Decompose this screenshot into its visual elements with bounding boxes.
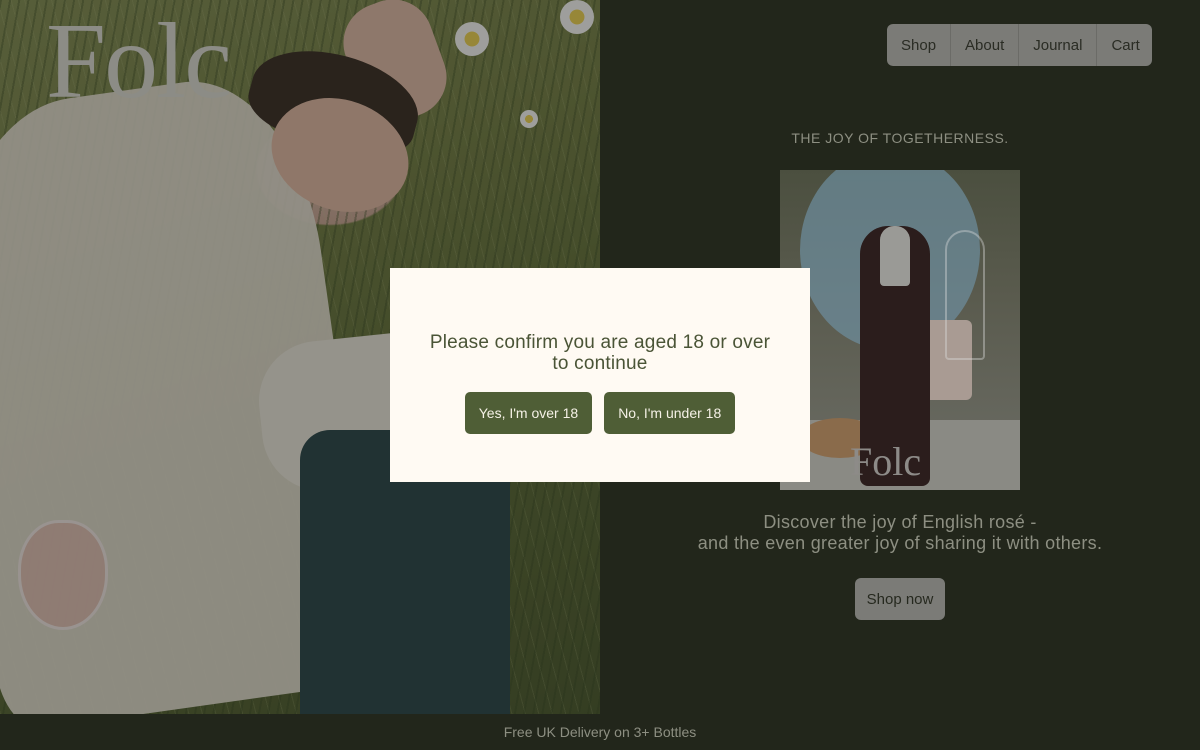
- age-gate-message: Please confirm you are aged 18 or over t…: [429, 332, 771, 374]
- confirm-under-18-button[interactable]: No, I'm under 18: [604, 392, 736, 434]
- age-gate-buttons: Yes, I'm over 18 No, I'm under 18: [464, 392, 736, 434]
- confirm-over-18-button[interactable]: Yes, I'm over 18: [464, 392, 593, 434]
- age-gate-modal: Please confirm you are aged 18 or over t…: [390, 268, 810, 482]
